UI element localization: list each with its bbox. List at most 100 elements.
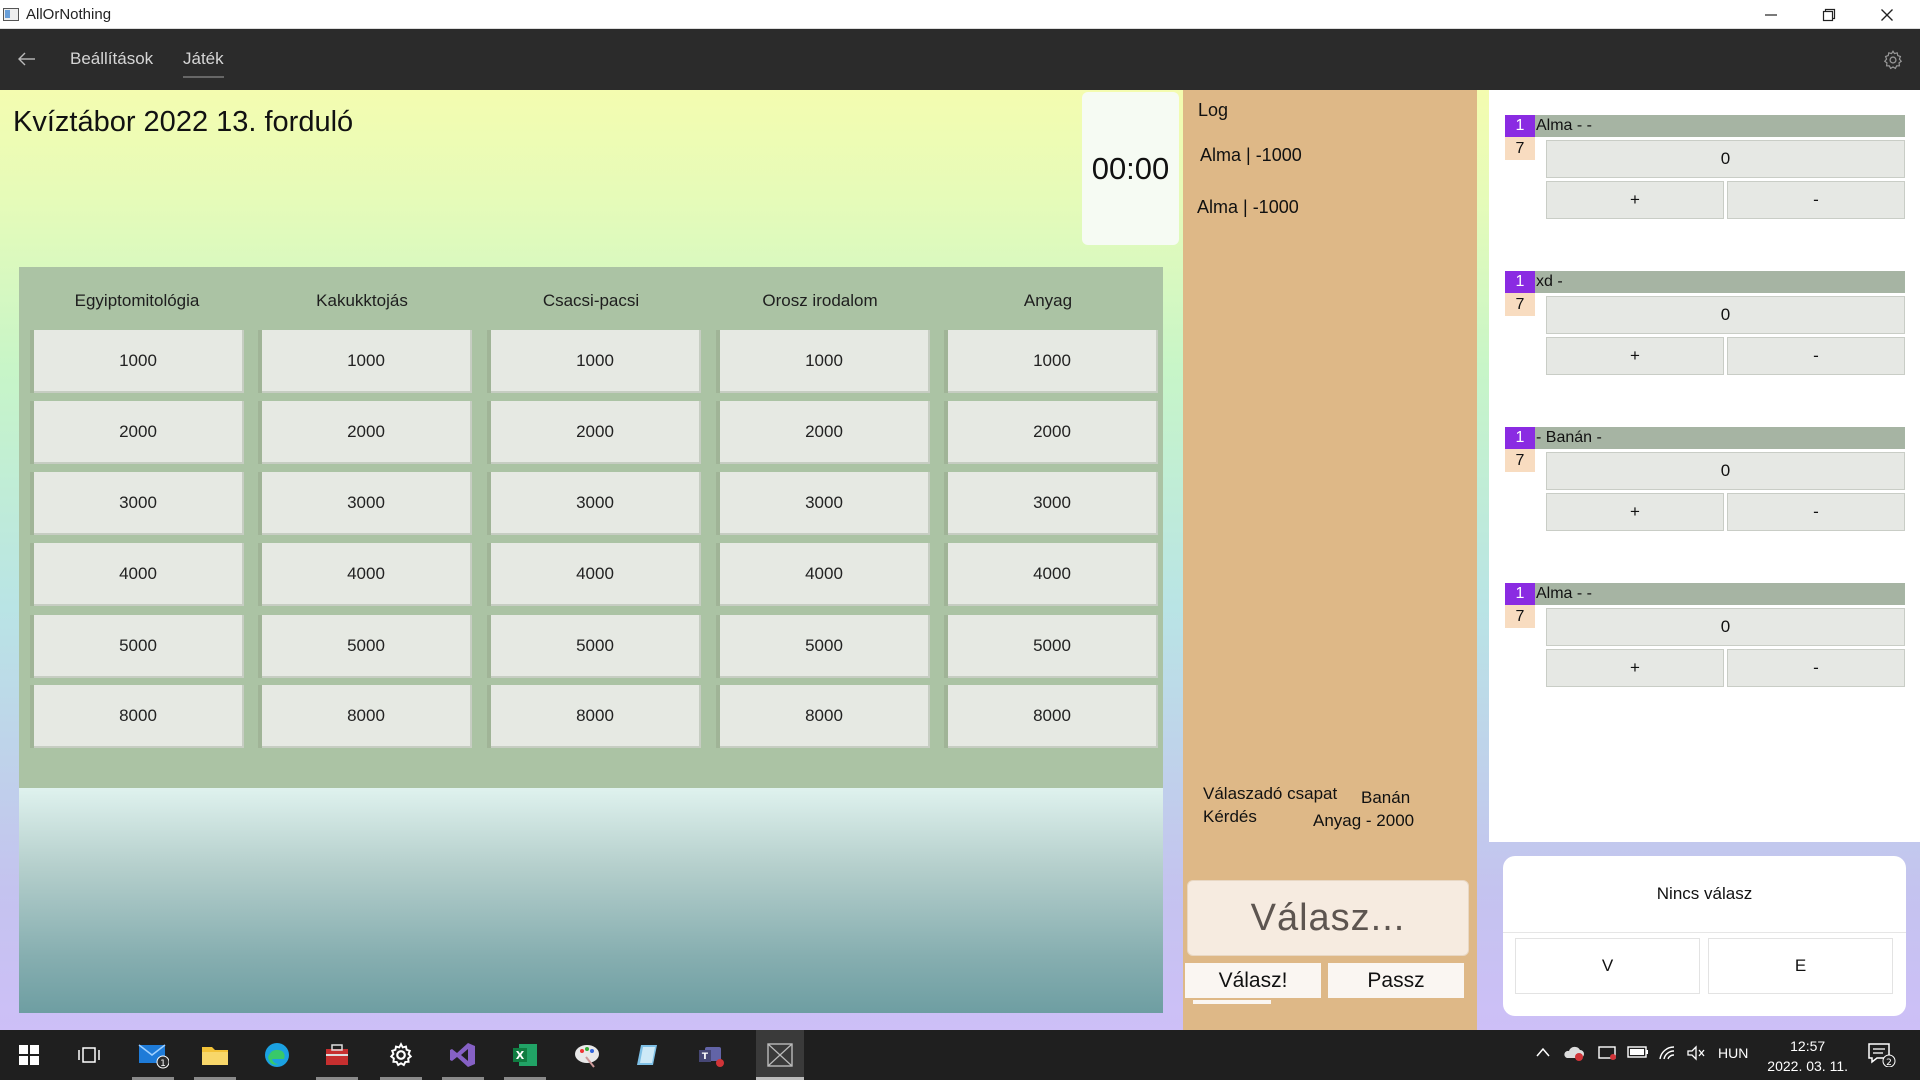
timer: 00:00	[1082, 92, 1179, 245]
question-cell[interactable]: 5000	[948, 615, 1158, 678]
score-plus-button[interactable]: +	[1546, 649, 1724, 687]
question-cell[interactable]: 3000	[34, 472, 244, 535]
back-button[interactable]	[14, 47, 40, 71]
team-member-count: 7	[1505, 293, 1535, 316]
score-minus-button[interactable]: -	[1727, 493, 1905, 531]
minimize-icon	[1765, 13, 1777, 16]
question-cell[interactable]: 4000	[262, 543, 472, 606]
question-cell[interactable]: 1000	[948, 330, 1158, 393]
team-card: 1 - Banán - 7 0 + -	[1505, 402, 1905, 531]
app-button[interactable]	[632, 1038, 666, 1072]
question-cell[interactable]: 1000	[262, 330, 472, 393]
question-cell[interactable]: 5000	[262, 615, 472, 678]
question-cell[interactable]: 8000	[491, 685, 701, 748]
question-cell[interactable]: 5000	[34, 615, 244, 678]
notification-icon: 2	[1868, 1043, 1896, 1068]
score-minus-button[interactable]: -	[1727, 181, 1905, 219]
question-cell[interactable]: 5000	[491, 615, 701, 678]
paint-app-button[interactable]	[570, 1038, 604, 1072]
display-icon[interactable]	[1597, 1045, 1617, 1064]
score-plus-button[interactable]: +	[1546, 181, 1724, 219]
notes-icon	[637, 1045, 657, 1065]
score-plus-button[interactable]: +	[1546, 493, 1724, 531]
score-plus-button[interactable]: +	[1546, 337, 1724, 375]
team-score: 0	[1546, 140, 1905, 178]
file-explorer-button[interactable]	[198, 1038, 232, 1072]
question-cell[interactable]: 3000	[948, 472, 1158, 535]
question-cell[interactable]: 8000	[720, 685, 930, 748]
onedrive-icon[interactable]	[1562, 1045, 1584, 1064]
answer-status: Nincs válasz	[1656, 884, 1753, 903]
allornothing-taskbar-button[interactable]	[756, 1030, 804, 1080]
system-clock[interactable]: 12:57 2022. 03. 11.	[1767, 1036, 1848, 1076]
log-title: Log	[1198, 100, 1229, 120]
mail-app-button[interactable]: 1	[136, 1038, 170, 1072]
taskbar: 1 X T HUN 12:57 2022. 03. 11. 2	[0, 1030, 1920, 1080]
app-window-icon	[767, 1043, 793, 1067]
score-minus-button[interactable]: -	[1727, 337, 1905, 375]
start-button[interactable]	[12, 1038, 46, 1072]
gear-icon	[1883, 50, 1903, 70]
question-cell[interactable]: 4000	[34, 543, 244, 606]
nav-settings[interactable]: Beállítások	[70, 49, 153, 69]
mail-badge: 1	[160, 1059, 166, 1069]
app-button[interactable]	[320, 1038, 354, 1072]
input-language[interactable]: HUN	[1718, 1045, 1748, 1061]
close-button[interactable]	[1858, 0, 1916, 29]
question-cell[interactable]: 4000	[948, 543, 1158, 606]
question-cell[interactable]: 2000	[34, 401, 244, 464]
minimize-button[interactable]	[1742, 0, 1800, 29]
question-board: Egyiptomitológia Kakukktojás Csacsi-pacs…	[19, 267, 1163, 789]
log-entry: Alma | -1000	[1200, 145, 1302, 165]
question-cell[interactable]: 1000	[34, 330, 244, 393]
question-cell[interactable]: 5000	[720, 615, 930, 678]
answer-input[interactable]: Válasz...	[1187, 880, 1469, 956]
question-cell[interactable]: 3000	[491, 472, 701, 535]
wifi-icon[interactable]	[1658, 1045, 1678, 1064]
question-cell[interactable]: 2000	[491, 401, 701, 464]
settings-app-button[interactable]	[384, 1038, 418, 1072]
correct-button[interactable]: V	[1515, 938, 1700, 994]
team-rank-badge: 1	[1505, 427, 1535, 449]
restore-button[interactable]	[1800, 0, 1858, 29]
question-label: Kérdés	[1203, 807, 1257, 826]
visual-studio-button[interactable]	[446, 1038, 480, 1072]
excel-button[interactable]: X	[508, 1038, 542, 1072]
volume-muted-icon[interactable]	[1686, 1045, 1706, 1064]
question-cell[interactable]: 2000	[948, 401, 1158, 464]
question-cell[interactable]: 8000	[262, 685, 472, 748]
question-cell[interactable]: 4000	[720, 543, 930, 606]
folder-icon	[202, 1047, 228, 1065]
question-cell[interactable]: 2000	[720, 401, 930, 464]
question-cell[interactable]: 1000	[491, 330, 701, 393]
wrong-button[interactable]: E	[1708, 938, 1893, 994]
question-cell[interactable]: 8000	[948, 685, 1158, 748]
edge-button[interactable]	[260, 1038, 294, 1072]
question-cell[interactable]: 2000	[262, 401, 472, 464]
tray-chevron-icon[interactable]	[1535, 1045, 1551, 1061]
category-header: Anyag	[1023, 291, 1073, 310]
category-header: Egyiptomitológia	[74, 291, 200, 310]
question-cell[interactable]: 8000	[34, 685, 244, 748]
task-view-button[interactable]	[72, 1038, 106, 1072]
question-cell[interactable]: 4000	[491, 543, 701, 606]
team-score: 0	[1546, 296, 1905, 334]
nav-game[interactable]: Játék	[183, 49, 224, 78]
clock-time: 12:57	[1790, 1038, 1826, 1054]
window-titlebar: AllOrNothing	[0, 0, 1920, 29]
score-minus-button[interactable]: -	[1727, 649, 1905, 687]
battery-icon[interactable]	[1627, 1045, 1649, 1062]
question-cell[interactable]: 3000	[262, 472, 472, 535]
log-entry: Alma | -1000	[1197, 197, 1299, 217]
notification-center-button[interactable]: 2	[1866, 1041, 1896, 1070]
settings-button[interactable]	[1882, 49, 1904, 71]
question-cell[interactable]: 3000	[720, 472, 930, 535]
team-name: Alma - -	[1535, 583, 1905, 605]
question-cell[interactable]: 1000	[720, 330, 930, 393]
restore-icon	[1822, 8, 1836, 21]
app-icon	[3, 8, 19, 21]
pass-button[interactable]: Passz	[1328, 963, 1464, 998]
submit-answer-button[interactable]: Válasz!	[1185, 963, 1321, 998]
teams-button[interactable]: T	[694, 1038, 728, 1072]
visual-studio-icon	[450, 1043, 475, 1067]
